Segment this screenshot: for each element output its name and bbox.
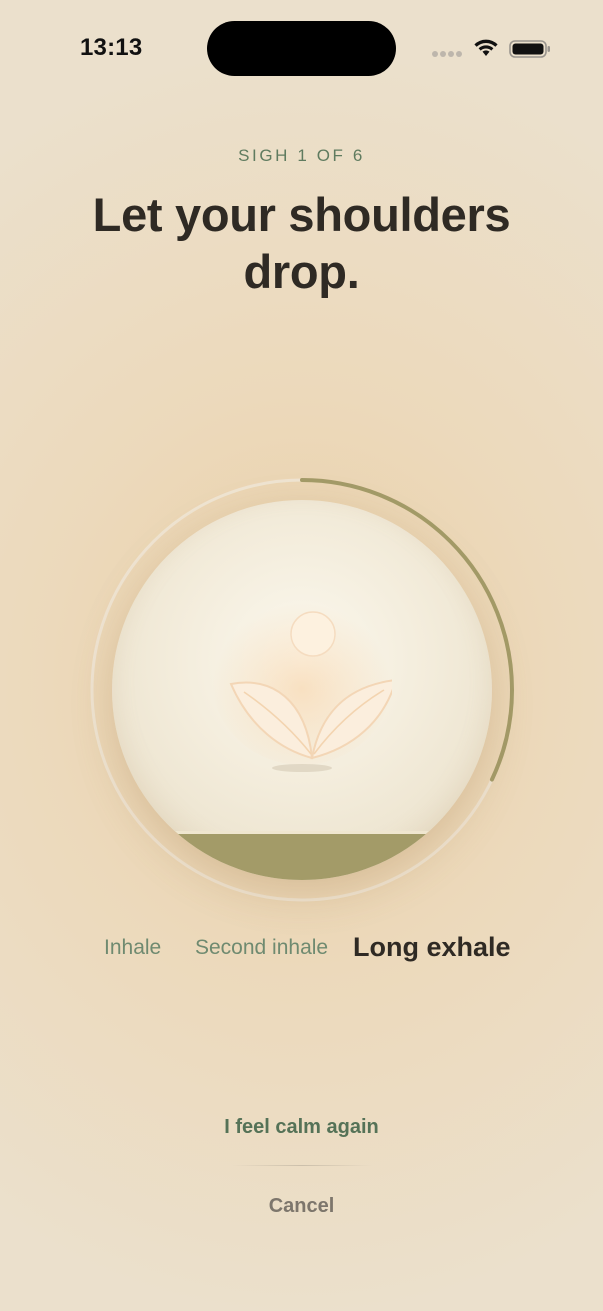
dynamic-island (207, 21, 396, 76)
step-label: SIGH 1 OF 6 (238, 146, 365, 165)
battery-icon (509, 40, 550, 58)
page-title: Let your shoulders drop. (92, 188, 511, 298)
cellular-signal-icon (432, 51, 462, 59)
phase-inhale: Inhale (104, 936, 162, 959)
breath-fill-level (112, 830, 492, 880)
phase-second-inhale: Second inhale (195, 936, 329, 959)
wifi-icon (474, 39, 498, 56)
breath-orb (112, 500, 492, 880)
sprout-icon (212, 600, 392, 772)
cancel-button[interactable]: Cancel (220, 1188, 383, 1224)
status-bar: 13:13 (0, 0, 603, 96)
status-time: 13:13 (80, 34, 143, 61)
breath-ring (88, 476, 516, 904)
phase-long-exhale: Long exhale (353, 932, 511, 962)
phase-indicators: Inhale Second inhale Long exhale (0, 930, 603, 970)
feel-calm-button[interactable]: I feel calm again (180, 1108, 423, 1146)
divider (232, 1165, 372, 1166)
